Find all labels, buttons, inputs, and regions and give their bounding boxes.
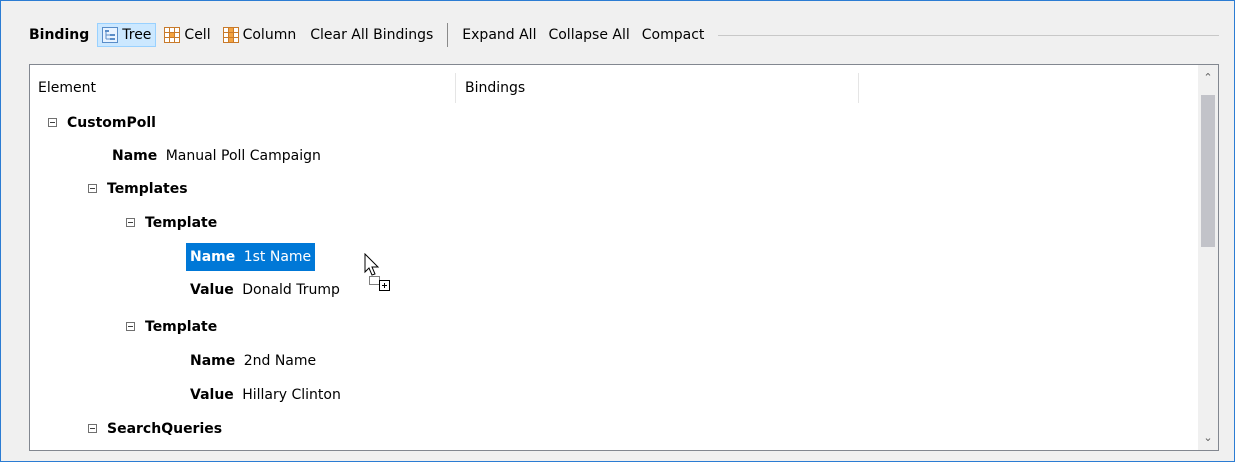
attribute-value: Hillary Clinton: [242, 387, 341, 403]
tree-attribute-name[interactable]: Name Manual Poll Campaign: [112, 142, 321, 170]
node-label: Template: [145, 215, 218, 231]
tree-attribute-value[interactable]: Value Donald Trump: [190, 276, 340, 304]
tree-node-searchqueries[interactable]: SearchQueries: [88, 415, 222, 443]
cell-grid-icon: [164, 27, 181, 43]
attribute-name: Name: [190, 249, 236, 265]
scroll-down-icon[interactable]: ⌄: [1203, 432, 1213, 443]
collapse-icon[interactable]: [88, 424, 97, 433]
attribute-name: Value: [190, 387, 234, 403]
collapse-icon[interactable]: [88, 184, 97, 193]
bindings-column-header[interactable]: Bindings: [465, 73, 525, 103]
scrollbar-thumb[interactable]: [1201, 95, 1215, 247]
node-label: CustomPoll: [67, 115, 156, 131]
column-mode-label: Column: [242, 27, 297, 43]
cell-mode-label: Cell: [184, 27, 211, 43]
element-column-header[interactable]: Element: [38, 73, 96, 103]
collapse-icon[interactable]: [126, 322, 135, 331]
column-divider[interactable]: [455, 73, 456, 103]
drag-copy-cursor-icon: [363, 252, 403, 305]
expand-all-button[interactable]: Expand All: [462, 27, 536, 43]
attribute-name: Name: [112, 148, 158, 164]
node-label: Templates: [107, 181, 188, 197]
vertical-scrollbar[interactable]: ⌃ ⌄: [1198, 65, 1218, 450]
collapse-icon[interactable]: [126, 218, 135, 227]
tree-node-custompoll[interactable]: CustomPoll: [48, 109, 156, 137]
toolbar-rule: [718, 34, 1219, 36]
tree-node-template[interactable]: Template: [126, 313, 217, 341]
binding-label: Binding: [29, 27, 90, 43]
tree-icon: [102, 27, 119, 43]
column-header: Element Bindings: [30, 73, 1190, 103]
attribute-value: Manual Poll Campaign: [165, 148, 321, 164]
attribute-value: 1st Name: [243, 249, 312, 265]
collapse-all-button[interactable]: Collapse All: [548, 27, 629, 43]
collapse-icon[interactable]: [48, 118, 57, 127]
column-mode-button[interactable]: Column: [219, 23, 301, 47]
tree-attribute-value[interactable]: Value Hillary Clinton: [190, 381, 341, 409]
tree-node-templates[interactable]: Templates: [88, 175, 188, 203]
clear-all-bindings-button[interactable]: Clear All Bindings: [310, 27, 433, 43]
attribute-name: Name: [190, 353, 236, 369]
tree-node-template[interactable]: Template: [126, 209, 217, 237]
scroll-up-icon[interactable]: ⌃: [1203, 72, 1213, 83]
tree-attribute-name[interactable]: Name 2nd Name: [190, 347, 316, 375]
cell-mode-button[interactable]: Cell: [160, 23, 214, 47]
column-grid-icon: [222, 27, 239, 43]
tree-attribute-name-selected[interactable]: Name 1st Name: [186, 243, 316, 271]
binding-toolbar: Binding Tree Cell Column Clear All Bindi…: [29, 23, 1219, 47]
selection-highlight[interactable]: Name 1st Name: [186, 243, 316, 271]
column-divider[interactable]: [858, 73, 859, 103]
node-label: SearchQueries: [107, 421, 223, 437]
compact-button[interactable]: Compact: [642, 27, 705, 43]
tree-mode-label: Tree: [122, 27, 152, 43]
toolbar-separator: [447, 23, 449, 47]
binding-tree[interactable]: Element Bindings CustomPoll Name Manual …: [29, 64, 1219, 451]
tree-mode-button[interactable]: Tree: [97, 23, 157, 47]
binding-window: Binding Tree Cell Column Clear All Bindi…: [0, 0, 1235, 462]
attribute-name: Value: [190, 282, 234, 298]
attribute-value: Donald Trump: [242, 282, 340, 298]
node-label: Template: [145, 319, 218, 335]
attribute-value: 2nd Name: [243, 353, 317, 369]
